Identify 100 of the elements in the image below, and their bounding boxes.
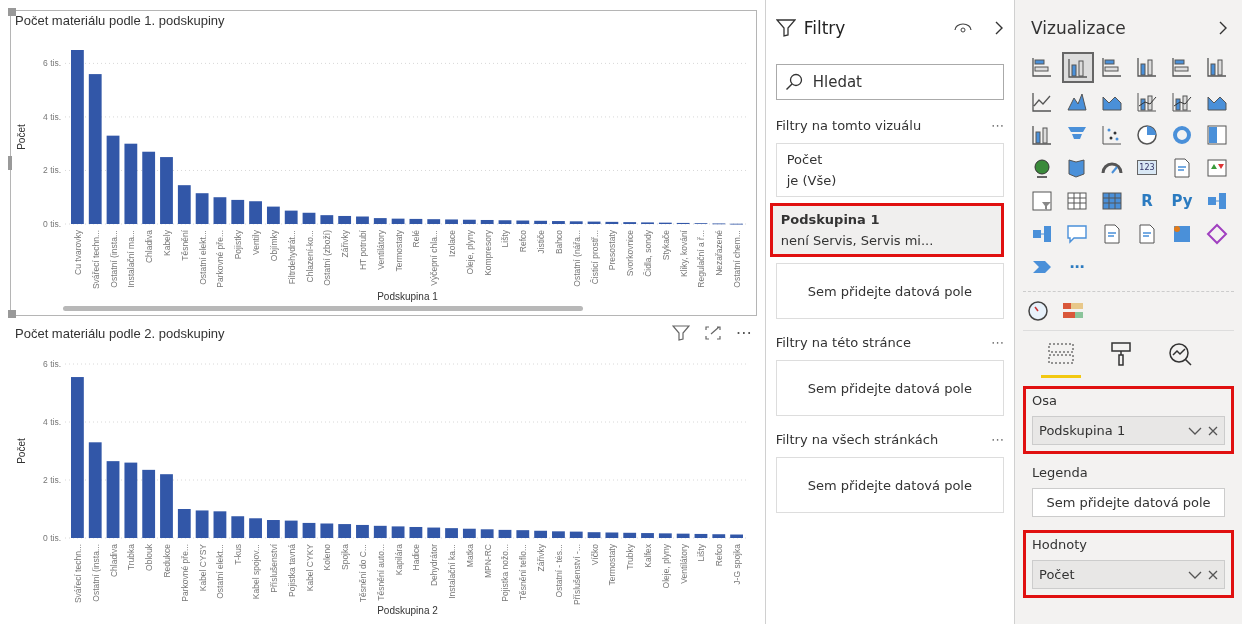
bar[interactable] xyxy=(266,206,280,224)
bar[interactable] xyxy=(284,520,298,538)
x-axis-title: Podskupina 1 xyxy=(377,291,438,302)
bar[interactable] xyxy=(356,524,369,538)
bar[interactable] xyxy=(106,135,120,224)
x-tick-label: Trubky xyxy=(625,544,636,570)
bar[interactable] xyxy=(373,218,387,224)
chevron-right-icon[interactable] xyxy=(994,21,1004,35)
bar[interactable] xyxy=(534,530,548,538)
bar[interactable] xyxy=(409,527,423,538)
bar[interactable] xyxy=(302,522,316,538)
bar[interactable] xyxy=(516,530,530,538)
bar[interactable] xyxy=(284,210,298,224)
bar[interactable] xyxy=(694,533,708,538)
field-pill[interactable]: Počet xyxy=(1032,560,1225,589)
resize-handle[interactable] xyxy=(8,310,16,318)
bar[interactable] xyxy=(338,215,352,224)
bar[interactable] xyxy=(106,461,120,538)
x-tick-label: Chladiva xyxy=(144,230,155,264)
search-field[interactable]: Hledat xyxy=(775,64,1004,100)
bar[interactable] xyxy=(177,185,191,224)
filter-icon[interactable] xyxy=(671,324,690,341)
bar[interactable] xyxy=(320,523,334,538)
bar[interactable] xyxy=(427,219,441,224)
bar[interactable] xyxy=(213,511,227,538)
resize-handle[interactable] xyxy=(8,8,16,16)
bar[interactable] xyxy=(462,219,476,224)
bar[interactable] xyxy=(623,532,637,538)
bar[interactable] xyxy=(498,529,512,538)
bar[interactable] xyxy=(569,531,583,538)
bar[interactable] xyxy=(712,534,726,538)
more-options[interactable]: ⋯ xyxy=(991,432,1004,447)
bar[interactable] xyxy=(302,212,316,224)
bar[interactable] xyxy=(266,520,280,538)
bar[interactable] xyxy=(356,216,369,224)
bar[interactable] xyxy=(587,532,601,538)
resize-handle[interactable] xyxy=(8,156,12,170)
filter-card[interactable]: Počet je (Vše) xyxy=(775,143,1004,197)
more-options[interactable]: ⋯ xyxy=(991,335,1004,350)
visual-type-item[interactable]: Py xyxy=(1167,186,1197,215)
close-icon[interactable] xyxy=(1208,569,1218,580)
visual-type-item[interactable]: 123 xyxy=(1132,153,1162,182)
drop-zone[interactable]: Sem přidejte datová pole xyxy=(775,457,1004,513)
scrollbar[interactable] xyxy=(63,306,583,311)
bar[interactable] xyxy=(142,151,156,224)
visual-type-item[interactable]: ⋯ xyxy=(1062,252,1092,281)
bar[interactable] xyxy=(462,528,476,538)
bar[interactable] xyxy=(569,221,583,224)
more-options[interactable]: ⋯ xyxy=(735,323,752,342)
stopwatch-icon[interactable] xyxy=(1027,300,1049,322)
bar[interactable] xyxy=(391,218,405,224)
visual-type-item[interactable] xyxy=(1062,52,1094,83)
bar[interactable] xyxy=(605,221,619,224)
chevron-down-icon[interactable] xyxy=(1188,569,1202,580)
x-tick-label: Redukce xyxy=(162,544,172,578)
bar[interactable] xyxy=(391,526,405,538)
focus-mode-icon[interactable] xyxy=(703,324,722,341)
bar[interactable] xyxy=(177,509,191,538)
funnel-icon xyxy=(775,19,796,37)
chevron-down-icon[interactable] xyxy=(1188,425,1202,436)
filter-card[interactable]: Podskupina 1 není Servis, Servis mi... xyxy=(769,203,1004,257)
bar[interactable] xyxy=(498,220,512,224)
bar[interactable] xyxy=(231,516,245,538)
bar[interactable] xyxy=(88,442,102,538)
bar[interactable] xyxy=(480,220,494,224)
drop-zone[interactable]: Sem přidejte datová pole xyxy=(1032,488,1225,517)
field-pill[interactable]: Podskupina 1 xyxy=(1032,416,1225,445)
chevron-right-icon[interactable] xyxy=(1218,21,1228,35)
eye-icon[interactable] xyxy=(954,22,972,34)
bar[interactable] xyxy=(427,527,441,538)
bar[interactable] xyxy=(676,533,690,538)
drop-zone[interactable]: Sem přidejte datová pole xyxy=(775,360,1004,416)
bar[interactable] xyxy=(320,215,334,224)
x-tick-label: Ostatní (nářa... xyxy=(571,230,582,287)
bar[interactable] xyxy=(445,219,458,224)
bar[interactable] xyxy=(587,221,601,224)
bar[interactable] xyxy=(373,525,387,538)
more-options[interactable]: ⋯ xyxy=(991,118,1004,133)
bar[interactable] xyxy=(142,469,156,538)
bar[interactable] xyxy=(605,532,619,538)
chart-visual[interactable] xyxy=(10,10,757,316)
drop-zone[interactable]: Sem přidejte datová pole xyxy=(775,263,1004,319)
bar[interactable] xyxy=(213,197,227,224)
bar[interactable] xyxy=(195,193,209,224)
bar[interactable] xyxy=(124,143,138,224)
bar[interactable] xyxy=(88,74,102,224)
bar[interactable] xyxy=(730,534,743,538)
bar[interactable] xyxy=(409,218,423,224)
close-icon[interactable] xyxy=(1208,425,1218,436)
bar[interactable] xyxy=(658,533,672,538)
bar[interactable] xyxy=(124,462,138,538)
bar[interactable] xyxy=(195,510,209,538)
bar[interactable] xyxy=(516,220,530,224)
bar[interactable] xyxy=(338,524,352,538)
bar[interactable] xyxy=(231,199,245,224)
visual-type-item[interactable]: R xyxy=(1132,186,1162,215)
bar[interactable] xyxy=(534,220,548,224)
column-chart-icon xyxy=(1067,56,1089,79)
bar[interactable] xyxy=(480,529,494,538)
column-chart-icon xyxy=(1206,55,1228,78)
